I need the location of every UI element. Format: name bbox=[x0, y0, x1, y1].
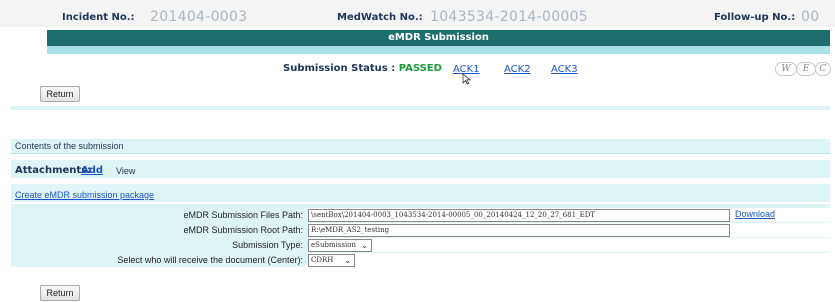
ack2-link[interactable]: ACK2 bbox=[504, 64, 531, 75]
download-link[interactable]: Download bbox=[735, 209, 775, 219]
attachments-add-link[interactable]: Add bbox=[81, 165, 103, 176]
contents-section bbox=[11, 139, 830, 153]
center-label: Select who will receive the document (Ce… bbox=[11, 253, 306, 267]
panel-divider-top bbox=[11, 106, 830, 110]
followup-number: 00 bbox=[801, 9, 820, 25]
submission-type-row: Submission Type: eSubmission ⌄ bbox=[11, 238, 830, 252]
c-button[interactable]: C bbox=[815, 62, 831, 76]
files-path-row: eMDR Submission Files Path: \sentBox\201… bbox=[11, 208, 830, 222]
return-button-top[interactable]: Return bbox=[40, 86, 80, 102]
root-path-field[interactable]: R:\eMDR_AS2_testing bbox=[308, 224, 730, 237]
submission-type-select[interactable]: eSubmission ⌄ bbox=[308, 239, 372, 252]
followup-label: Follow-up No.: bbox=[714, 12, 796, 23]
attachments-label: Attachments: bbox=[15, 165, 92, 176]
return-button-bottom[interactable]: Return bbox=[40, 285, 80, 301]
submission-status-value: PASSED bbox=[398, 63, 442, 74]
w-button[interactable]: W bbox=[775, 62, 797, 76]
e-button[interactable]: E bbox=[796, 62, 816, 76]
center-select[interactable]: CDRH ⌄ bbox=[308, 254, 355, 267]
submission-type-label: Submission Type: bbox=[11, 238, 306, 252]
submission-status: Submission Status : PASSED bbox=[283, 63, 442, 74]
incident-label: Incident No.: bbox=[62, 12, 135, 23]
submission-type-value: eSubmission bbox=[311, 241, 356, 249]
medwatch-label: MedWatch No.: bbox=[337, 12, 423, 23]
ack3-link[interactable]: ACK3 bbox=[551, 64, 578, 75]
files-path-label: eMDR Submission Files Path: bbox=[11, 208, 306, 222]
mouse-cursor-icon bbox=[462, 73, 472, 85]
chevron-down-icon: ⌄ bbox=[361, 241, 368, 250]
medwatch-number: 1043534-2014-00005 bbox=[430, 9, 589, 25]
page-title: eMDR Submission bbox=[47, 30, 830, 46]
submission-status-label: Submission Status : bbox=[283, 63, 396, 74]
divider bbox=[11, 153, 830, 154]
record-header: Incident No.: 201404-0003 MedWatch No.: … bbox=[0, 0, 835, 27]
files-path-field[interactable]: \sentBox\201404-0003_1043534-2014-00005_… bbox=[308, 209, 730, 222]
incident-number: 201404-0003 bbox=[150, 9, 248, 25]
root-path-label: eMDR Submission Root Path: bbox=[11, 223, 306, 237]
root-path-row: eMDR Submission Root Path: R:\eMDR_AS2_t… bbox=[11, 223, 830, 237]
create-package-link[interactable]: Create eMDR submission package bbox=[15, 190, 154, 200]
title-underbar bbox=[47, 46, 830, 54]
contents-heading: Contents of the submission bbox=[15, 141, 124, 151]
chevron-down-icon: ⌄ bbox=[344, 256, 351, 265]
attachments-view-link[interactable]: View bbox=[116, 166, 135, 176]
center-value: CDRH bbox=[311, 256, 334, 264]
center-row: Select who will receive the document (Ce… bbox=[11, 253, 830, 267]
